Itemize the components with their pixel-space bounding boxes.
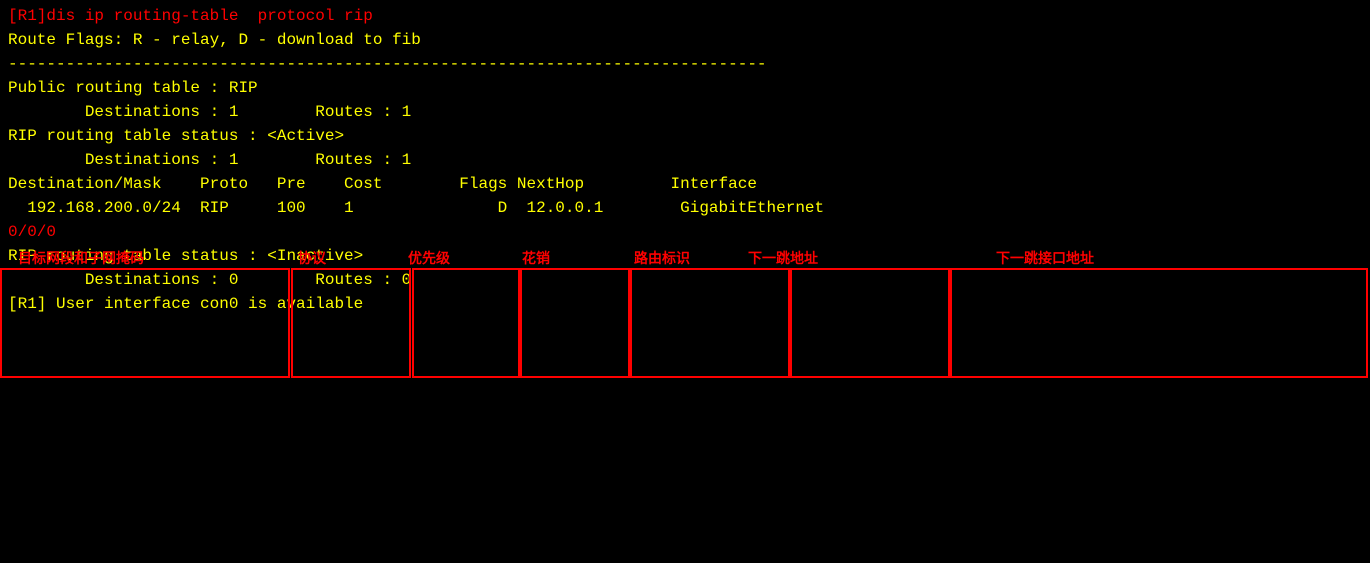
terminal-window: [R1]dis ip routing-table protocol ripRou… [0,0,1370,320]
annotation-cost: 花销 [522,248,550,268]
terminal-line-16: Destinations : 0 Routes : 0 [8,268,1362,292]
terminal-line-18: [R1] User interface con0 is available [8,292,1362,316]
terminal-line-4: Public routing table : RIP [8,76,1362,100]
terminal-line-2: ----------------------------------------… [8,52,1362,76]
annotation-proto: 协议 [298,248,326,268]
annotation-flags: 路由标识 [634,248,690,268]
terminal-line-10: Destination/Mask Proto Pre Cost Flags Ne… [8,172,1362,196]
terminal-line-7: RIP routing table status : <Active> [8,124,1362,148]
annotation-nexthop: 下一跳地址 [748,248,818,268]
terminal-line-1: Route Flags: R - relay, D - download to … [8,28,1362,52]
terminal-line-8: Destinations : 1 Routes : 1 [8,148,1362,172]
annotation-destination-mask: 目标网段和子网掩码 [18,248,144,268]
terminal-line-12: 192.168.200.0/24 RIP 100 1 D 12.0.0.1 Gi… [8,196,1362,220]
terminal-line-13: 0/0/0 [8,220,1362,244]
annotation-interface: 下一跳接口地址 [996,248,1094,268]
annotation-pre: 优先级 [408,248,450,268]
terminal-line-0: [R1]dis ip routing-table protocol rip [8,4,1362,28]
terminal-line-5: Destinations : 1 Routes : 1 [8,100,1362,124]
